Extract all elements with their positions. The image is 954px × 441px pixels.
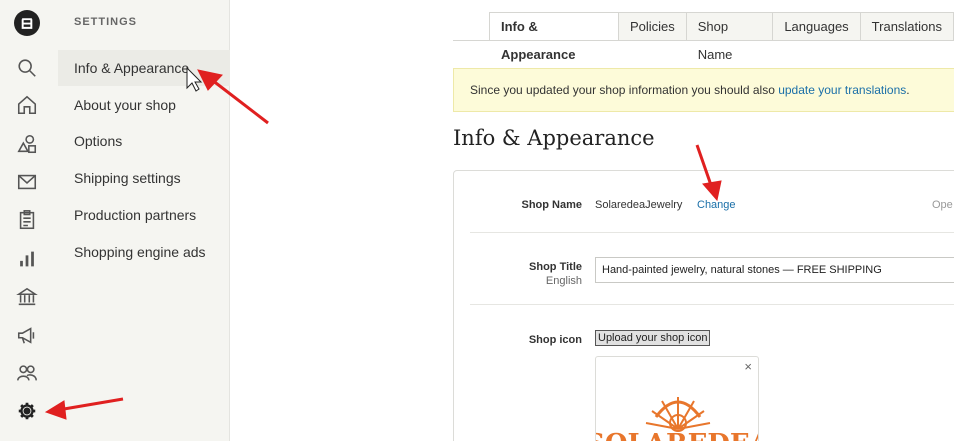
nav-item-options[interactable]: Options [58, 123, 230, 159]
shop-name-label: Shop Name [521, 199, 582, 211]
settings-heading: SETTINGS [74, 16, 138, 28]
settings-icon[interactable] [14, 398, 40, 424]
tab-info-appearance[interactable]: Info & Appearance [489, 12, 618, 62]
community-icon[interactable] [14, 360, 40, 386]
info-panel: Shop Name SolaredeaJewelry Change Ope Sh… [453, 170, 954, 441]
tab-divider [453, 40, 954, 41]
shop-icon-preview: SOLAREDEA × [595, 356, 759, 441]
logo-wordmark: SOLAREDEA [596, 429, 759, 441]
tab-translations[interactable]: Translations [859, 12, 954, 41]
notice-suffix: . [906, 83, 910, 97]
nav-item-shipping-settings[interactable]: Shipping settings [58, 160, 230, 196]
finances-icon[interactable] [14, 284, 40, 310]
listings-icon[interactable] [14, 131, 40, 157]
shop-title-language: English [545, 275, 582, 287]
nav-item-production-partners[interactable]: Production partners [58, 197, 230, 233]
change-shop-name-link[interactable]: Change [697, 199, 736, 211]
icon-rail [0, 0, 58, 441]
etsy-logo-icon[interactable] [14, 10, 40, 36]
shop-logo-image: SOLAREDEA [596, 397, 759, 441]
upload-shop-icon-button[interactable]: Upload your shop icon [595, 330, 711, 346]
notice-text: Since you updated your shop information … [470, 83, 779, 97]
tab-shop-name[interactable]: Shop Name [685, 12, 773, 62]
search-icon[interactable] [14, 55, 40, 81]
home-icon[interactable] [14, 92, 40, 118]
shop-name-value: SolaredeaJewelry [595, 199, 683, 211]
nav-item-about-shop[interactable]: About your shop [58, 87, 230, 123]
tab-bar: Info & Appearance Policies Shop Name Lan… [489, 12, 954, 62]
messages-icon[interactable] [14, 169, 40, 195]
shop-name-open-truncated[interactable]: Ope [932, 199, 953, 211]
tab-policies[interactable]: Policies [617, 12, 686, 41]
nav-item-info-appearance[interactable]: Info & Appearance [58, 50, 230, 86]
row-divider [470, 304, 954, 305]
page-title: Info & Appearance [453, 126, 655, 150]
nav-item-shopping-engine-ads[interactable]: Shopping engine ads [58, 234, 230, 270]
shop-icon-label: Shop icon [528, 334, 582, 346]
orders-icon[interactable] [14, 207, 40, 233]
settings-nav: SETTINGS Info & Appearance About your sh… [58, 0, 230, 441]
update-translations-link[interactable]: update your translations [778, 83, 906, 97]
row-divider [470, 232, 954, 233]
translation-notice: Since you updated your shop information … [453, 68, 954, 112]
remove-icon-button[interactable]: × [744, 359, 752, 374]
shop-title-label: Shop Title [529, 261, 582, 273]
stats-icon[interactable] [14, 246, 40, 272]
tab-languages[interactable]: Languages [772, 12, 860, 41]
marketing-icon[interactable] [14, 322, 40, 348]
shop-title-input[interactable]: Hand-painted jewelry, natural stones — F… [595, 257, 954, 283]
